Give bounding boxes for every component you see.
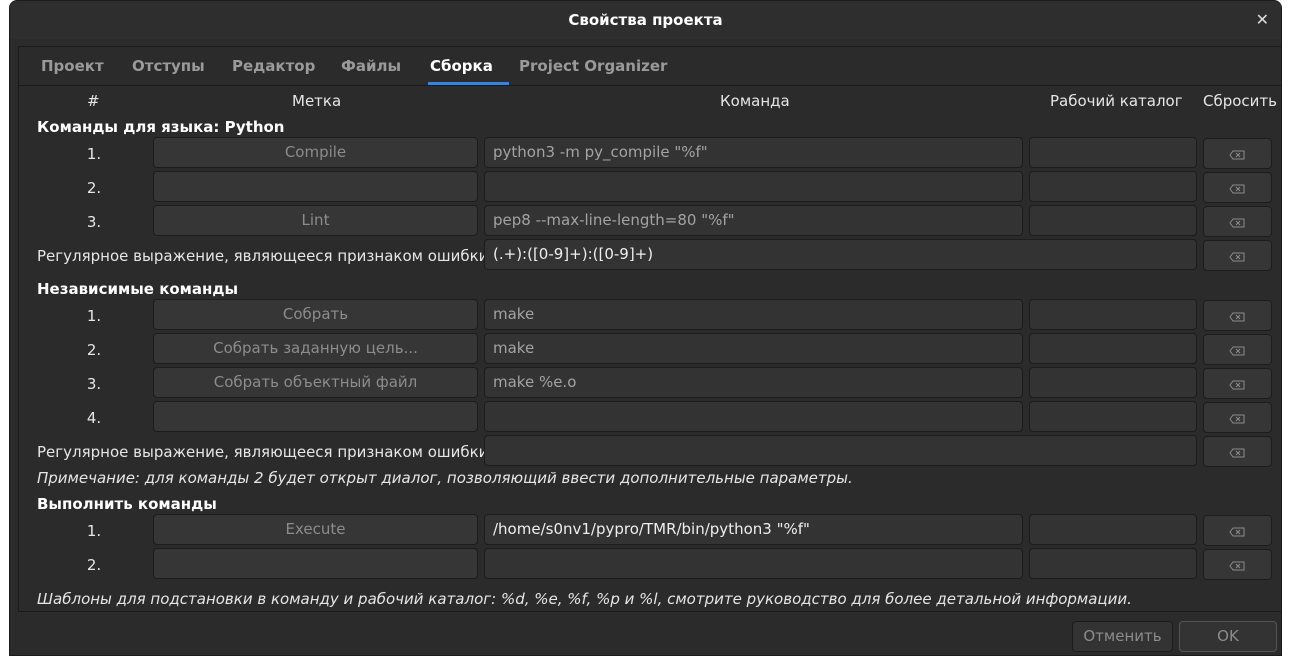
row-number: 1.	[86, 307, 102, 325]
tab-build[interactable]: Сборка	[430, 57, 493, 75]
reset-button-regex-independent[interactable]	[1203, 436, 1272, 467]
column-header-num: #	[87, 92, 100, 110]
row-number: 1.	[86, 522, 102, 540]
dialog-title: Свойства проекта	[568, 11, 723, 29]
command-field-python-2[interactable]	[484, 171, 1023, 202]
section-title-execute: Выполнить команды	[37, 495, 217, 513]
reset-button-independent-2[interactable]	[1203, 334, 1272, 365]
command-field-python-1[interactable]: python3 -m py_compile "%f"	[484, 137, 1023, 168]
substitution-note: Шаблоны для подстановки в команду и рабо…	[37, 590, 1132, 608]
label-button-execute-2[interactable]	[153, 548, 478, 579]
reset-button-execute-1[interactable]	[1203, 515, 1272, 546]
clear-backspace-icon	[1229, 561, 1245, 571]
command-field-independent-2[interactable]: make	[484, 333, 1023, 364]
row-number: 2.	[86, 341, 102, 359]
command-field-independent-4[interactable]	[484, 401, 1023, 432]
reset-button-independent-1[interactable]	[1203, 300, 1272, 331]
row-number: 3.	[86, 213, 102, 231]
reset-button-python-3[interactable]	[1203, 206, 1272, 237]
active-tab-indicator	[428, 82, 509, 85]
clear-backspace-icon	[1229, 527, 1245, 537]
label-button-python-1[interactable]: Compile	[153, 137, 478, 168]
row-number: 1.	[86, 145, 102, 163]
row-number: 4.	[86, 409, 102, 427]
tab-indentation[interactable]: Отступы	[132, 57, 205, 75]
label-button-independent-1[interactable]: Собрать	[153, 299, 478, 330]
label-button-independent-4[interactable]	[153, 401, 478, 432]
row-number: 3.	[86, 375, 102, 393]
label-button-python-3[interactable]: Lint	[153, 205, 478, 236]
section-title-python: Команды для языка: Python	[37, 118, 285, 136]
tab-project[interactable]: Проект	[41, 57, 104, 75]
clear-backspace-icon	[1229, 414, 1245, 424]
tab-editor[interactable]: Редактор	[232, 57, 315, 75]
label-button-independent-2[interactable]: Собрать заданную цель...	[153, 333, 478, 364]
command-field-execute-2[interactable]	[484, 548, 1023, 579]
reset-button-python-1[interactable]	[1203, 138, 1272, 169]
command-field-independent-3[interactable]: make %e.o	[484, 367, 1023, 398]
column-header-command: Команда	[720, 92, 790, 110]
command-field-python-3[interactable]: pep8 --max-line-length=80 "%f"	[484, 205, 1023, 236]
workdir-field-independent-3[interactable]	[1029, 367, 1197, 398]
titlebar: Свойства проекта ✕	[10, 1, 1281, 39]
cancel-button[interactable]: Отменить	[1072, 621, 1173, 652]
clear-backspace-icon	[1229, 346, 1245, 356]
row-number: 2.	[86, 179, 102, 197]
workdir-field-execute-2[interactable]	[1029, 548, 1197, 579]
project-properties-dialog: Свойства проекта ✕ Проект Отступы Редакт…	[9, 0, 1282, 656]
clear-backspace-icon	[1229, 184, 1245, 194]
workdir-field-python-3[interactable]	[1029, 205, 1197, 236]
tab-files[interactable]: Файлы	[341, 57, 401, 75]
workdir-field-independent-4[interactable]	[1029, 401, 1197, 432]
command-field-execute-1[interactable]: /home/s0nv1/pypro/TMR/bin/python3 "%f"	[484, 514, 1023, 545]
workdir-field-python-2[interactable]	[1029, 171, 1197, 202]
section-title-independent: Независимые команды	[37, 280, 239, 298]
column-header-reset: Сбросить	[1203, 92, 1277, 110]
reset-button-python-2[interactable]	[1203, 172, 1272, 203]
label-button-execute-1[interactable]: Execute	[153, 514, 478, 545]
workdir-field-independent-1[interactable]	[1029, 299, 1197, 330]
reset-button-independent-3[interactable]	[1203, 368, 1272, 399]
close-icon[interactable]: ✕	[1256, 10, 1269, 29]
notebook: Проект Отступы Редактор Файлы Сборка Pro…	[18, 46, 1281, 612]
tab-project-organizer[interactable]: Project Organizer	[519, 57, 667, 75]
ok-button[interactable]: OK	[1179, 621, 1277, 652]
column-header-label: Метка	[292, 92, 342, 110]
clear-backspace-icon	[1229, 448, 1245, 458]
reset-button-execute-2[interactable]	[1203, 549, 1272, 580]
reset-button-independent-4[interactable]	[1203, 402, 1272, 433]
clear-backspace-icon	[1229, 252, 1245, 262]
command-field-independent-1[interactable]: make	[484, 299, 1023, 330]
workdir-field-execute-1[interactable]	[1029, 514, 1197, 545]
label-button-python-2[interactable]	[153, 171, 478, 202]
regex-label-independent: Регулярное выражение, являющееся признак…	[37, 443, 494, 461]
regex-label-python: Регулярное выражение, являющееся признак…	[37, 247, 494, 265]
tab-bar: Проект Отступы Редактор Файлы Сборка Pro…	[19, 47, 1281, 86]
clear-backspace-icon	[1229, 150, 1245, 160]
regex-field-independent[interactable]	[484, 435, 1197, 466]
note-command-2: Примечание: для команды 2 будет открыт д…	[37, 469, 853, 487]
workdir-field-python-1[interactable]	[1029, 137, 1197, 168]
reset-button-regex-python[interactable]	[1203, 240, 1272, 271]
row-number: 2.	[86, 556, 102, 574]
column-header-workdir: Рабочий каталог	[1050, 92, 1183, 110]
clear-backspace-icon	[1229, 380, 1245, 390]
clear-backspace-icon	[1229, 312, 1245, 322]
workdir-field-independent-2[interactable]	[1029, 333, 1197, 364]
clear-backspace-icon	[1229, 218, 1245, 228]
regex-field-python[interactable]: (.+):([0-9]+):([0-9]+)	[484, 239, 1197, 270]
label-button-independent-3[interactable]: Собрать объектный файл	[153, 367, 478, 398]
